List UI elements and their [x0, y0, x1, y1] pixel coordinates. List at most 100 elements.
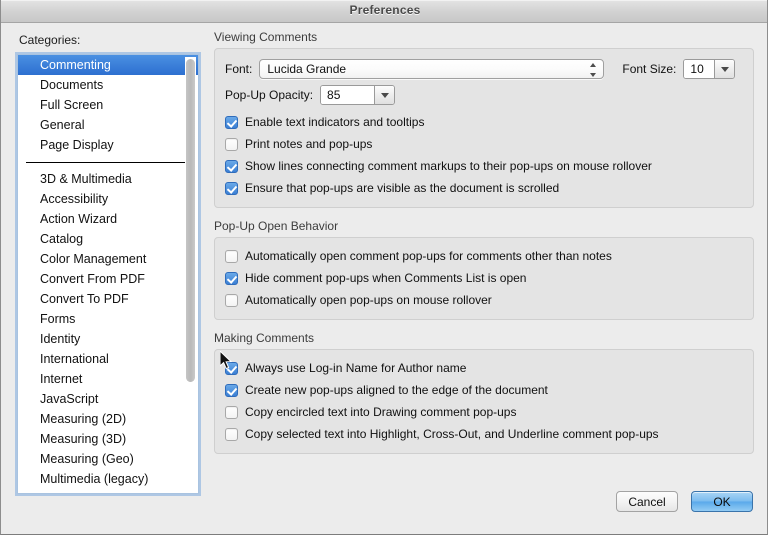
checkbox-label: Show lines connecting comment markups to… — [245, 159, 652, 173]
checkbox-checked-icon[interactable] — [225, 159, 238, 173]
checkbox-label: Automatically open pop-ups on mouse roll… — [245, 293, 492, 307]
checkbox-unchecked-icon[interactable] — [225, 249, 238, 263]
checkbox-row[interactable]: Always use Log-in Name for Author name — [225, 357, 743, 379]
checkbox-row[interactable]: Automatically open pop-ups on mouse roll… — [225, 289, 743, 311]
category-item[interactable]: Multimedia Trust (legacy) — [18, 489, 198, 493]
category-item-label: Action Wizard — [40, 212, 118, 226]
checkbox-row[interactable]: Print notes and pop-ups — [225, 133, 743, 155]
triangle-down-icon — [590, 73, 597, 77]
checkbox-label: Copy encircled text into Drawing comment… — [245, 405, 517, 419]
category-item[interactable]: 3D & Multimedia — [18, 169, 198, 189]
checkbox-row[interactable]: Create new pop-ups aligned to the edge o… — [225, 379, 743, 401]
category-item[interactable]: Measuring (3D) — [18, 429, 198, 449]
font-size-dropdown-button[interactable] — [714, 60, 735, 78]
category-item[interactable]: Forms — [18, 309, 198, 329]
checkbox-row[interactable]: Copy encircled text into Drawing comment… — [225, 401, 743, 423]
category-item-label: Color Management — [40, 252, 147, 266]
checkbox-label: Create new pop-ups aligned to the edge o… — [245, 383, 548, 397]
category-item-label: Commenting — [40, 58, 111, 72]
category-item-label: JavaScript — [40, 392, 99, 406]
triangle-up-icon — [590, 63, 597, 67]
opacity-combo[interactable]: 85 — [320, 85, 396, 105]
checkbox-checked-icon[interactable] — [225, 181, 238, 195]
categories-group-secondary: 3D & Multimedia Accessibility Action Wizar… — [18, 169, 198, 493]
font-select[interactable]: Lucida Grande — [259, 59, 605, 79]
checkbox-unchecked-icon[interactable] — [225, 293, 238, 307]
category-item[interactable]: Documents — [18, 75, 198, 95]
popup-open-behavior-options: Automatically open comment pop-ups for c… — [225, 245, 743, 311]
checkbox-checked-icon[interactable] — [225, 115, 238, 129]
category-item[interactable]: Color Management — [18, 249, 198, 269]
checkbox-unchecked-icon[interactable] — [225, 137, 238, 151]
category-item-label: Documents — [40, 78, 104, 92]
checkbox-label: Always use Log-in Name for Author name — [245, 361, 467, 375]
categories-scrollbar[interactable] — [185, 57, 196, 491]
category-item-label: Accessibility — [40, 192, 109, 206]
categories-group-primary: Commenting Documents Full Screen General Pag… — [18, 55, 198, 155]
checkbox-checked-icon[interactable] — [225, 271, 238, 285]
checkbox-row[interactable]: Enable text indicators and tooltips — [225, 111, 743, 133]
opacity-dropdown-button[interactable] — [374, 86, 395, 104]
categories-scrollbar-thumb[interactable] — [186, 59, 195, 382]
category-item-label: Page Display — [40, 138, 114, 152]
checkbox-unchecked-icon[interactable] — [225, 427, 238, 441]
category-item[interactable]: International — [18, 349, 198, 369]
checkbox-row[interactable]: Show lines connecting comment markups to… — [225, 155, 743, 177]
checkbox-row[interactable]: Copy selected text into Highlight, Cross… — [225, 423, 743, 445]
category-item-label: Measuring (Geo) — [40, 452, 134, 466]
category-item-label: General — [40, 118, 85, 132]
popup-open-behavior-group: Pop-Up Open Behavior Automatically open … — [214, 219, 754, 320]
category-item[interactable]: Convert From PDF — [18, 269, 198, 289]
viewing-comments-title: Viewing Comments — [214, 30, 318, 44]
checkbox-row[interactable]: Hide comment pop-ups when Comments List … — [225, 267, 743, 289]
category-item[interactable]: Action Wizard — [18, 209, 198, 229]
category-item-label: Convert From PDF — [40, 272, 145, 286]
category-item[interactable]: Commenting — [18, 55, 198, 75]
cancel-button[interactable]: Cancel — [616, 491, 678, 512]
categories-list[interactable]: Commenting Documents Full Screen General Pag… — [17, 54, 199, 494]
category-item-label: Identity — [40, 332, 81, 346]
preferences-window: Preferences Categories: Commenting Docume… — [0, 0, 768, 535]
ok-button[interactable]: OK — [691, 491, 753, 512]
category-item-label: Measuring (2D) — [40, 412, 127, 426]
opacity-value[interactable]: 85 — [321, 86, 375, 104]
category-item[interactable]: Internet — [18, 369, 198, 389]
font-size-label: Font Size: — [622, 62, 677, 76]
font-row: Font: Lucida Grande Font Size: 10 — [225, 56, 743, 82]
category-item[interactable]: Measuring (2D) — [18, 409, 198, 429]
category-item[interactable]: Catalog — [18, 229, 198, 249]
window-title-bar[interactable]: Preferences — [1, 0, 767, 23]
category-item[interactable]: Multimedia (legacy) — [18, 469, 198, 489]
font-label: Font: — [225, 62, 253, 76]
making-comments-options: Always use Log-in Name for Author name Cr… — [225, 357, 743, 445]
dialog-buttons: Cancel OK — [616, 491, 753, 512]
category-item[interactable]: Convert To PDF — [18, 289, 198, 309]
popup-open-behavior-title: Pop-Up Open Behavior — [214, 219, 339, 233]
opacity-row: Pop-Up Opacity: 85 — [225, 82, 743, 108]
category-item[interactable]: General — [18, 115, 198, 135]
category-item[interactable]: Measuring (Geo) — [18, 449, 198, 469]
popup-open-behavior-box: Automatically open comment pop-ups for c… — [214, 237, 754, 320]
making-comments-box: Always use Log-in Name for Author name Cr… — [214, 349, 754, 454]
category-item[interactable]: Accessibility — [18, 189, 198, 209]
checkbox-label: Automatically open comment pop-ups for c… — [245, 249, 612, 263]
checkbox-unchecked-icon[interactable] — [225, 405, 238, 419]
category-item[interactable]: Page Display — [18, 135, 198, 155]
checkbox-checked-icon[interactable] — [225, 383, 238, 397]
category-item[interactable]: Identity — [18, 329, 198, 349]
checkbox-row[interactable]: Ensure that pop-ups are visible as the d… — [225, 177, 743, 199]
font-select-value: Lucida Grande — [267, 62, 347, 76]
font-size-value[interactable]: 10 — [684, 60, 715, 78]
stepper-updown-icon[interactable] — [589, 63, 597, 77]
chevron-down-icon — [380, 92, 389, 98]
checkbox-row[interactable]: Automatically open comment pop-ups for c… — [225, 245, 743, 267]
category-item[interactable]: JavaScript — [18, 389, 198, 409]
checkbox-checked-icon[interactable] — [225, 361, 238, 375]
checkbox-label: Hide comment pop-ups when Comments List … — [245, 271, 527, 285]
category-item-label: Catalog — [40, 232, 84, 246]
viewing-comments-box: Font: Lucida Grande Font Size: 10 Pop-Up… — [214, 48, 754, 208]
category-item[interactable]: Full Screen — [18, 95, 198, 115]
font-size-combo[interactable]: 10 — [683, 59, 736, 79]
window-title: Preferences — [349, 3, 421, 17]
category-item-label: Multimedia (legacy) — [40, 472, 149, 486]
